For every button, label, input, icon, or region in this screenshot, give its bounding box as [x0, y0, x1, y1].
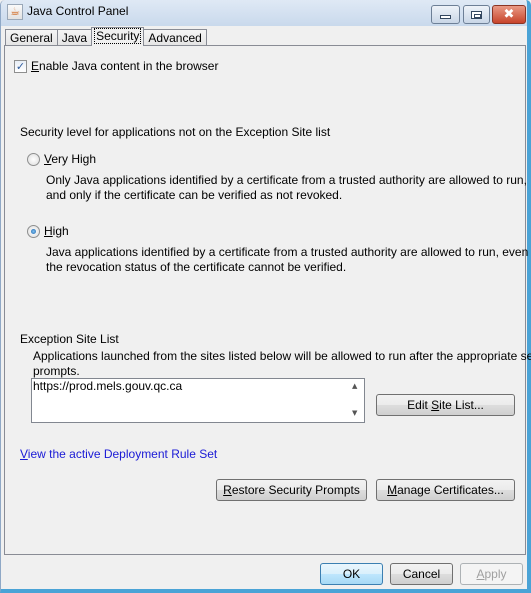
scroll-up-icon[interactable]: ▲ [352, 382, 357, 390]
ok-button[interactable]: OK [320, 563, 383, 585]
very-high-label[interactable]: Very High [44, 152, 96, 166]
site-entry[interactable]: https://prod.mels.gouv.qc.ca [33, 379, 182, 393]
exception-site-list[interactable]: https://prod.mels.gouv.qc.ca ▲ ▼ [31, 378, 365, 423]
minimize-icon [440, 14, 451, 19]
minimize-button[interactable] [431, 5, 460, 24]
tab-security-label: Security [94, 28, 142, 44]
tab-java[interactable]: Java [56, 29, 93, 46]
view-deployment-rule-set-link[interactable]: View the active Deployment Rule Set [20, 447, 217, 461]
title-bar[interactable]: ☕ Java Control Panel ✖ [1, 0, 527, 26]
enable-java-checkbox[interactable]: ✓ [14, 60, 27, 73]
very-high-description-line1: Only Java applications identified by a c… [46, 173, 527, 187]
exception-site-list-description-line2: prompts. [33, 364, 80, 378]
edit-site-list-button[interactable]: Edit Site List... [376, 394, 515, 416]
exception-site-list-heading: Exception Site List [20, 332, 119, 346]
tab-bar: General Java Security Advanced [5, 27, 207, 46]
window-title: Java Control Panel [27, 4, 129, 18]
security-level-heading: Security level for applications not on t… [20, 125, 331, 139]
enable-java-label[interactable]: Enable Java content in the browser [31, 59, 218, 73]
java-control-panel-window: ☕ Java Control Panel ✖ General Java Secu… [0, 0, 531, 593]
high-description-line1: Java applications identified by a certif… [46, 245, 531, 259]
tab-security[interactable]: Security [91, 27, 145, 46]
tab-advanced[interactable]: Advanced [143, 29, 207, 46]
site-list-scrollbar[interactable]: ▲ ▼ [347, 379, 364, 422]
high-label[interactable]: High [44, 224, 69, 238]
maximize-button[interactable] [463, 5, 490, 24]
manage-certificates-button[interactable]: Manage Certificates... [376, 479, 515, 501]
close-button[interactable]: ✖ [492, 5, 526, 24]
high-description-line2: the revocation status of the certificate… [46, 260, 347, 274]
java-coffee-icon: ☕ [7, 4, 23, 20]
exception-site-list-description-line1: Applications launched from the sites lis… [33, 349, 531, 363]
very-high-description-line2: and only if the certificate can be verif… [46, 188, 343, 202]
scroll-down-icon[interactable]: ▼ [352, 409, 357, 417]
cancel-button[interactable]: Cancel [390, 563, 453, 585]
maximize-icon [471, 10, 482, 19]
close-icon: ✖ [503, 7, 515, 22]
tab-general[interactable]: General [5, 29, 58, 46]
high-radio[interactable] [27, 225, 40, 238]
apply-button[interactable]: Apply [460, 563, 523, 585]
restore-security-prompts-button[interactable]: Restore Security Prompts [216, 479, 367, 501]
checkmark-icon: ✓ [15, 60, 26, 73]
very-high-radio[interactable] [27, 153, 40, 166]
